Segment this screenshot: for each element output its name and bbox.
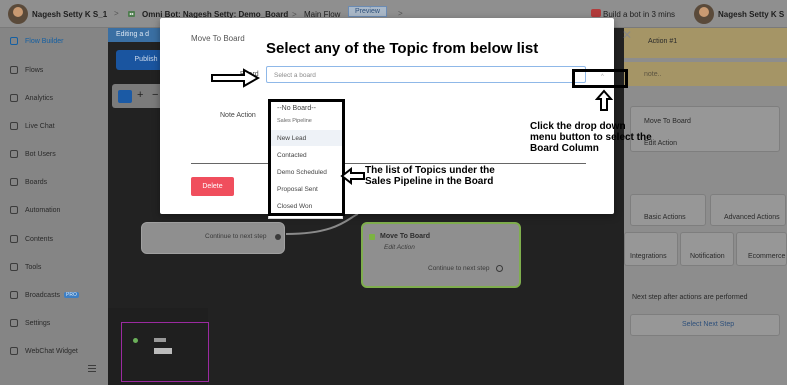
sidebar-item-label: Boards xyxy=(25,178,48,186)
minimap-node-2 xyxy=(154,338,166,342)
preview-button[interactable]: Preview xyxy=(348,6,387,17)
action-node-icon xyxy=(369,234,375,240)
right-panel: Action #1 note.. Move To Board Edit Acti… xyxy=(624,28,787,385)
annotation-heading: Select any of the Topic from below list xyxy=(266,40,539,57)
youtube-icon[interactable] xyxy=(591,9,601,17)
sidebar-item-label: Tools xyxy=(25,263,42,271)
bot-users-icon xyxy=(10,150,18,158)
sidebar-item-flow-builder[interactable]: Flow Builder xyxy=(10,34,64,48)
delete-button[interactable]: Delete xyxy=(191,177,234,196)
node-continue-label: Continue to next step xyxy=(205,233,267,240)
tab-basic-actions-label: Basic Actions xyxy=(644,214,686,221)
modal-divider xyxy=(191,163,586,164)
sidebar-item-live-chat[interactable]: Live Chat xyxy=(10,119,55,133)
bot-icon xyxy=(127,9,136,18)
sidebar: Flow Builder Flows Analytics Live Chat B… xyxy=(0,28,108,385)
up-arrow-icon xyxy=(595,89,613,111)
broadcasts-icon xyxy=(10,291,18,299)
tab-integrations[interactable] xyxy=(624,232,678,266)
note-placeholder: note.. xyxy=(644,71,662,78)
connector-dot[interactable] xyxy=(275,234,281,240)
board-select-placeholder: Select a board xyxy=(274,72,316,79)
tab-notification-label: Notification xyxy=(690,253,725,260)
action-node[interactable] xyxy=(361,222,521,288)
contents-icon xyxy=(10,235,18,243)
tab-integrations-label: Integrations xyxy=(630,253,667,260)
minimap-node xyxy=(133,338,138,343)
action-node-title: Move To Board xyxy=(380,233,431,240)
modal-title: Move To Board xyxy=(191,34,245,43)
sidebar-item-contents[interactable]: Contents xyxy=(10,232,53,246)
live-chat-icon xyxy=(10,122,18,130)
action-node-continue: Continue to next step xyxy=(428,265,490,272)
webchat-widget-icon xyxy=(10,347,18,355)
sidebar-item-label: Settings xyxy=(25,319,51,327)
breadcrumb-separator-3: > xyxy=(398,9,403,18)
tab-basic-actions[interactable] xyxy=(630,194,706,226)
sidebar-item-label: Analytics xyxy=(25,94,54,102)
action-header-title: Action #1 xyxy=(648,38,678,45)
close-icon[interactable]: ✕ xyxy=(622,28,632,42)
tools-icon xyxy=(10,263,18,271)
sidebar-item-label: WebChat Widget xyxy=(25,347,78,355)
analytics-icon xyxy=(10,94,18,102)
action-node-connector[interactable] xyxy=(496,265,503,272)
automation-icon xyxy=(10,206,18,214)
sidebar-item-settings[interactable]: Settings xyxy=(10,316,50,330)
breadcrumb-separator: > xyxy=(114,9,119,18)
sidebar-item-bot-users[interactable]: Bot Users xyxy=(10,147,56,161)
sidebar-item-label: Live Chat xyxy=(25,122,55,130)
pro-badge: PRO xyxy=(64,292,79,298)
flows-icon xyxy=(10,66,18,74)
sidebar-item-broadcasts[interactable]: Broadcasts PRO xyxy=(10,288,79,302)
sidebar-item-label: Contents xyxy=(25,235,54,243)
sidebar-item-label: Broadcasts xyxy=(25,291,61,299)
next-step-text: Next step after actions are performed xyxy=(632,294,748,301)
flow-builder-icon xyxy=(10,37,18,45)
annotation-list-box xyxy=(268,99,345,216)
settings-icon xyxy=(10,319,18,327)
tab-ecommerce[interactable] xyxy=(736,232,787,266)
sidebar-item-label: Bot Users xyxy=(25,150,56,158)
sidebar-item-webchat-widget[interactable]: WebChat Widget xyxy=(10,344,78,358)
boards-icon xyxy=(10,178,18,186)
left-arrow-icon xyxy=(340,167,365,185)
annotation-list-hint: The list of Topics under the Sales Pipel… xyxy=(365,165,495,187)
annotation-dropdown-hint: Click the drop down menu button to selec… xyxy=(530,121,652,154)
action-node-subtitle: Edit Action xyxy=(384,244,415,251)
note-action-label: Note Action xyxy=(220,112,256,119)
tab-notification[interactable] xyxy=(680,232,734,266)
sidebar-item-label: Flow Builder xyxy=(25,37,64,45)
sidebar-item-label: Flows xyxy=(25,66,44,74)
minimap-node-3 xyxy=(154,348,172,354)
menu-icon[interactable] xyxy=(88,365,96,372)
breadcrumb-user[interactable]: Nagesh Setty K S_1 xyxy=(32,10,107,19)
user-name[interactable]: Nagesh Setty K S xyxy=(718,10,784,19)
promo-link[interactable]: Build a bot in 3 mins xyxy=(603,10,675,19)
avatar[interactable] xyxy=(8,4,28,24)
sidebar-item-automation[interactable]: Automation xyxy=(10,203,60,217)
annotation-dropdown-box xyxy=(572,69,628,88)
user-avatar[interactable] xyxy=(694,4,714,24)
sidebar-item-boards[interactable]: Boards xyxy=(10,175,47,189)
tab-ecommerce-label: Ecommerce xyxy=(748,253,786,260)
tab-advanced-actions-label: Advanced Actions xyxy=(724,214,780,221)
sidebar-item-analytics[interactable]: Analytics xyxy=(10,91,53,105)
sidebar-item-tools[interactable]: Tools xyxy=(10,260,41,274)
right-arrow-icon xyxy=(211,68,261,88)
sidebar-item-label: Automation xyxy=(25,206,61,214)
tab-advanced-actions[interactable] xyxy=(710,194,786,226)
select-next-step-label: Select Next Step xyxy=(682,321,735,328)
sidebar-item-flows[interactable]: Flows xyxy=(10,63,43,77)
